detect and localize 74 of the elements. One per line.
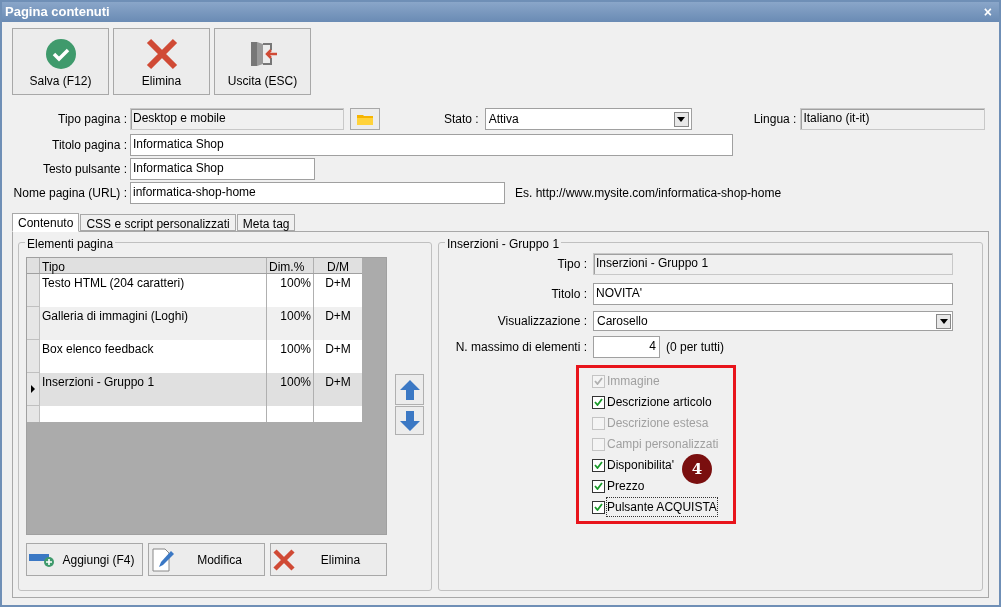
field-label: Tipo pagina : [57,111,127,128]
column-header[interactable]: Tipo [40,258,267,273]
display-dropdown[interactable]: Carosello [593,311,953,331]
edit-icon [151,546,175,573]
checkmark-icon [594,482,603,490]
step-number-badge: 4 [682,454,712,484]
close-icon [145,38,178,70]
move-down-button[interactable] [395,406,424,435]
toolbar-button[interactable]: Uscita (ESC) [214,28,311,95]
dropdown-arrow-icon [939,318,948,324]
window-title: Pagina contenuti [5,3,110,22]
checkbox-label: Disponibilita' [606,457,675,474]
action-button[interactable]: Modifica [148,543,265,576]
toolbar-button[interactable]: Elimina [113,28,210,95]
close-icon [273,548,295,571]
checkbox-label: Prezzo [606,478,646,495]
checkmark-icon [44,38,77,70]
checkbox[interactable] [592,395,605,409]
arrow-down-icon [398,409,421,432]
field-label: Titolo pagina : [51,137,127,154]
folder-button[interactable] [350,108,380,130]
table-cell-text: D+M [324,341,352,358]
table-row[interactable]: Testo HTML (204 caratteri) 100% D+M [27,274,362,307]
table-row[interactable]: Inserzioni - Gruppo 1 100% D+M [27,373,362,406]
field-label: Nome pagina (URL) : [12,185,127,202]
field-label: N. massimo di elementi : [454,339,587,356]
field-label: Stato : [444,111,479,128]
page-url-field[interactable]: informatica-shop-home [130,182,505,204]
url-example-text: Es. http://www.mysite.com/informatica-shop-home [515,185,782,202]
button-text-field[interactable]: Informatica Shop [130,158,315,180]
toolbar-button[interactable]: Salva (F12) [12,28,109,95]
tab[interactable]: Meta tag [236,214,296,231]
action-button[interactable]: Aggiungi (F4) [26,543,143,576]
tab[interactable]: Contenuto [12,213,80,232]
table-cell-text: D+M [324,374,352,391]
page-type-field[interactable]: Desktop e mobile [130,108,344,130]
column-header[interactable]: D/M [314,258,362,273]
table-row[interactable]: Box elenco feedback 100% D+M [27,340,362,373]
folder-icon [357,113,373,125]
field-label: Testo pulsante : [41,161,127,178]
checkbox[interactable] [592,458,605,472]
move-up-button[interactable] [395,374,424,405]
checkbox[interactable] [592,479,605,493]
checkbox-label: Campi personalizzati [606,436,720,453]
checkmark-icon [594,398,603,406]
field-label: Visualizzazione : [496,313,587,330]
field-label: Titolo : [550,286,587,303]
table-cell-text: D+M [324,275,352,292]
tab[interactable]: CSS e script personalizzati [80,214,236,231]
field-label: Lingua : [753,111,797,128]
checkmark-icon [594,461,603,469]
checkmark-icon [594,377,603,385]
checkbox-label: Immagine [606,373,661,390]
title-field[interactable]: NOVITA' [593,283,953,305]
language-field[interactable]: Italiano (it-it) [800,108,986,130]
checkbox-label: Descrizione articolo [606,394,713,411]
page-title-field[interactable]: Informatica Shop [130,134,733,156]
max-items-field[interactable]: 4 [593,336,660,358]
checkbox-label: Pulsante ACQUISTA [606,497,718,517]
dropdown-arrow-icon [677,116,686,122]
add-icon [29,551,55,568]
status-dropdown[interactable]: Attiva [484,108,692,130]
type-field[interactable]: Inserzioni - Gruppo 1 [593,253,953,275]
column-header[interactable]: Dim.% [267,258,314,273]
checkmark-icon [594,503,603,511]
table-cell-text: D+M [324,308,352,325]
field-label: Tipo : [556,256,587,273]
table-row[interactable]: Galleria di immagini (Loghi) 100% D+M [27,307,362,340]
checkbox-label: Descrizione estesa [606,415,710,432]
row-pointer-icon [31,385,35,393]
action-button[interactable]: Elimina [270,543,387,576]
arrow-up-icon [398,378,421,401]
checkbox[interactable] [592,500,605,514]
hint-text: (0 per tutti) [666,339,725,356]
